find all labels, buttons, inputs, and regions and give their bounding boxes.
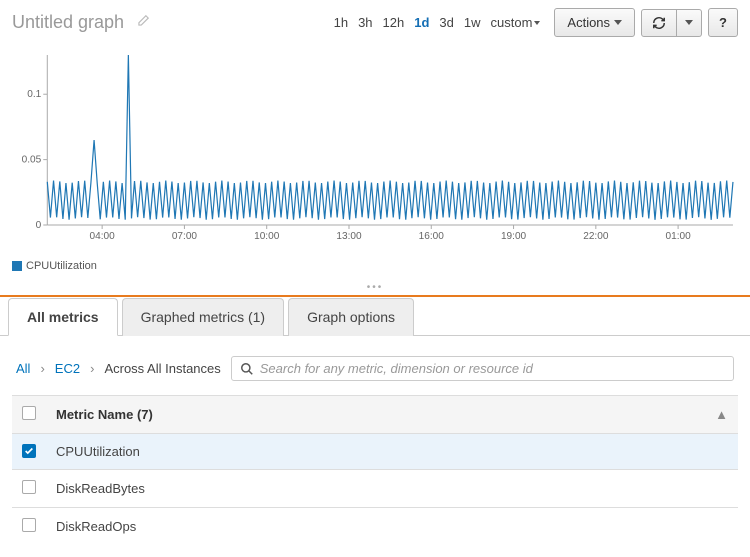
column-metric-name[interactable]: Metric Name (7) ▲ [46,396,738,434]
breadcrumb-current: Across All Instances [104,361,220,376]
chevron-right-icon: › [90,361,94,376]
svg-text:19:00: 19:00 [501,231,527,242]
tab-graph-options[interactable]: Graph options [288,298,414,336]
refresh-dropdown-button[interactable] [677,9,702,37]
time-range-1d[interactable]: 1d [414,15,429,30]
help-button[interactable]: ? [708,8,738,37]
panel-resize-handle[interactable]: ••• [0,280,750,295]
breadcrumb-ec2[interactable]: EC2 [55,361,80,376]
tabs-container: All metrics Graphed metrics (1) Graph op… [0,295,750,557]
time-range-12h[interactable]: 12h [383,15,405,30]
table-row[interactable]: CPUUtilization [12,434,738,470]
refresh-button[interactable] [641,9,677,37]
refresh-button-group [641,9,702,37]
chart-legend: CPUUtilization [0,256,750,280]
select-all-header[interactable] [12,396,46,434]
time-range-1h[interactable]: 1h [334,15,348,30]
table-row[interactable]: DiskReadBytes [12,470,738,508]
line-chart: 0 0.05 0.1 04:00 07:00 10:00 13:00 16:00 19:00 22… [12,45,738,245]
svg-text:0: 0 [36,220,42,231]
search-box[interactable] [231,356,734,381]
svg-text:07:00: 07:00 [172,231,198,242]
checkbox[interactable] [22,518,36,532]
chart-area[interactable]: 0 0.05 0.1 04:00 07:00 10:00 13:00 16:00 19:00 22… [0,45,750,256]
svg-text:04:00: 04:00 [90,231,116,242]
metrics-table: Metric Name (7) ▲ CPUUtilizationDiskRead… [12,395,738,545]
svg-text:10:00: 10:00 [254,231,280,242]
table-row[interactable]: DiskReadOps [12,508,738,546]
checkbox[interactable] [22,406,36,420]
time-range-3h[interactable]: 3h [358,15,372,30]
search-icon [240,362,254,376]
time-range-custom[interactable]: custom [491,15,541,30]
svg-text:01:00: 01:00 [665,231,691,242]
tab-content: All › EC2 › Across All Instances Metric … [0,336,750,557]
row-checkbox-cell[interactable] [12,470,46,508]
svg-text:16:00: 16:00 [419,231,445,242]
svg-text:22:00: 22:00 [583,231,609,242]
tab-graphed-metrics[interactable]: Graphed metrics (1) [122,298,284,336]
checkbox[interactable] [22,444,36,458]
svg-text:0.1: 0.1 [27,89,41,100]
refresh-icon [652,16,666,30]
header-bar: Untitled graph 1h 3h 12h 1d 3d 1w custom… [0,0,750,45]
search-input[interactable] [260,361,725,376]
time-range-3d[interactable]: 3d [439,15,453,30]
metric-name-cell: DiskReadBytes [46,470,738,508]
legend-swatch [12,261,22,271]
actions-button[interactable]: Actions [554,8,635,37]
row-checkbox-cell[interactable] [12,508,46,546]
checkbox[interactable] [22,480,36,494]
question-icon: ? [719,15,727,30]
time-range-1w[interactable]: 1w [464,15,481,30]
sort-asc-icon: ▲ [715,407,728,422]
tab-all-metrics[interactable]: All metrics [8,298,118,336]
metric-name-cell: DiskReadOps [46,508,738,546]
edit-title-icon[interactable] [136,14,150,31]
breadcrumb-all[interactable]: All [16,361,30,376]
time-range-selector: 1h 3h 12h 1d 3d 1w custom [334,15,541,30]
caret-down-icon [534,21,540,25]
caret-down-icon [614,20,622,25]
caret-down-icon [685,20,693,25]
metric-name-cell: CPUUtilization [46,434,738,470]
row-checkbox-cell[interactable] [12,434,46,470]
graph-title[interactable]: Untitled graph [12,12,124,33]
svg-text:13:00: 13:00 [336,231,362,242]
svg-text:0.05: 0.05 [22,155,42,166]
legend-label: CPUUtilization [26,260,97,272]
breadcrumb-row: All › EC2 › Across All Instances [12,348,738,395]
chevron-right-icon: › [40,361,44,376]
